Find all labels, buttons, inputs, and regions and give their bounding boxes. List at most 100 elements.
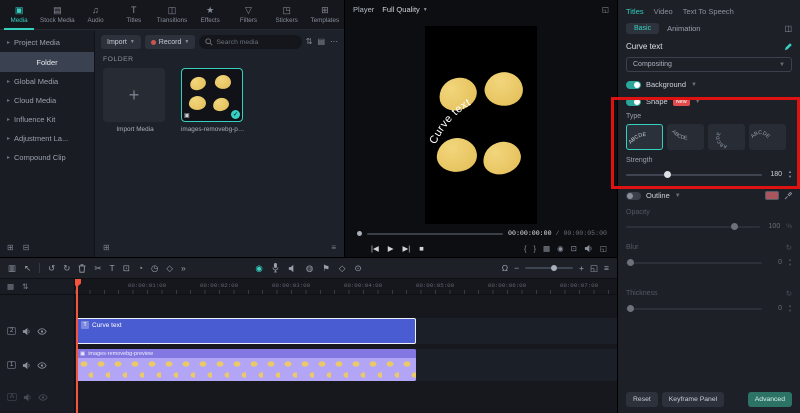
view-options-icon[interactable]: ▤: [317, 38, 325, 46]
next-frame-button[interactable]: ▶|: [403, 245, 411, 253]
snap-icon[interactable]: Ω: [502, 264, 508, 273]
fit-timeline-icon[interactable]: ◱: [590, 264, 598, 273]
subtab-animation[interactable]: Animation: [667, 24, 700, 33]
quality-dropdown[interactable]: Full Quality▼: [382, 5, 427, 14]
play-button[interactable]: ▶: [388, 245, 394, 253]
timer-tool-icon[interactable]: ◷: [151, 264, 158, 273]
record-button[interactable]: Record▼: [145, 35, 196, 49]
sidebar-item-influence-kit[interactable]: ▸Influence Kit: [0, 110, 94, 129]
timeline-ruler[interactable]: 00:00:01:00 00:00:02:00 00:00:03:00 00:0…: [75, 279, 617, 295]
hide-track-icon[interactable]: [37, 362, 47, 369]
more-tools-icon[interactable]: »: [181, 264, 186, 273]
sidebar-item-cloud-media[interactable]: ▸Cloud Media: [0, 91, 94, 110]
blur-stepper[interactable]: ▲▼: [788, 258, 792, 267]
text-tool-icon[interactable]: T: [110, 264, 115, 273]
undo-icon[interactable]: ↺: [48, 264, 55, 273]
grid-icon[interactable]: ▦: [543, 245, 550, 253]
sidebar-item-global-media[interactable]: ▸Global Media: [0, 72, 94, 91]
shape-preset-arch[interactable]: ABCDE: [626, 124, 663, 150]
edit-icon[interactable]: [784, 43, 792, 51]
outline-section-header[interactable]: Outline ▼: [626, 191, 792, 200]
add-keyframe-icon[interactable]: ◇: [339, 264, 346, 273]
timeline-clip-image[interactable]: ▣images-removebg-preview: [76, 349, 416, 381]
strength-stepper[interactable]: ▲▼: [788, 170, 792, 179]
hide-track-icon[interactable]: [38, 394, 48, 401]
subtab-basic[interactable]: Basic: [626, 23, 659, 34]
pointer-tool-icon[interactable]: ↖: [24, 264, 31, 273]
delete-folder-icon[interactable]: ⊟: [23, 244, 30, 252]
tab-templates[interactable]: ⊞Templates: [306, 0, 344, 29]
tab-video-properties[interactable]: Video: [654, 7, 673, 16]
delete-icon[interactable]: [78, 264, 86, 273]
mute-track-icon[interactable]: [22, 327, 31, 336]
previous-frame-button[interactable]: |◀: [371, 245, 379, 253]
zoom-out-icon[interactable]: −: [514, 264, 519, 273]
reorder-tracks-icon[interactable]: ⇅: [22, 283, 28, 291]
media-thumbnail-tile[interactable]: ▣ ✓ images-removebg-preview: [181, 68, 245, 133]
strength-slider[interactable]: [626, 170, 762, 179]
new-folder-icon[interactable]: ⊞: [7, 244, 14, 252]
thickness-stepper[interactable]: ▲▼: [788, 304, 792, 313]
video-preview[interactable]: Curve text: [425, 26, 537, 224]
save-preset-icon[interactable]: ◫: [784, 24, 792, 33]
timeline-clip-curve-text[interactable]: TCurve text: [76, 318, 416, 344]
tab-text-to-speech[interactable]: Text To Speech: [683, 7, 734, 16]
compositing-dropdown[interactable]: Compositing ▼: [626, 57, 792, 72]
opacity-slider-handle[interactable]: [731, 223, 738, 230]
list-view-icon[interactable]: ≡: [331, 244, 336, 252]
sort-icon[interactable]: ⇅: [306, 38, 313, 46]
tab-stock-media[interactable]: ▤Stock Media: [38, 0, 76, 29]
chroma-key-icon[interactable]: ⊙: [354, 264, 361, 273]
import-media-tile[interactable]: + Import Media: [103, 68, 167, 133]
sidebar-item-folder[interactable]: Folder: [0, 52, 94, 72]
shape-preset-circle[interactable]: ABCDE: [708, 124, 745, 150]
split-icon[interactable]: ✂: [94, 264, 101, 273]
search-input[interactable]: [216, 39, 295, 46]
outline-color-swatch[interactable]: [765, 191, 779, 200]
outline-toggle[interactable]: [626, 192, 641, 200]
sidebar-item-adjustment-layer[interactable]: ▸Adjustment La...: [0, 129, 94, 148]
add-to-timeline-icon[interactable]: ⊞: [103, 244, 110, 252]
redo-icon[interactable]: ↻: [63, 264, 70, 273]
hide-track-icon[interactable]: [37, 328, 47, 335]
shape-toggle[interactable]: [626, 98, 641, 106]
reset-blur-icon[interactable]: ↻: [786, 243, 792, 252]
thickness-slider-handle[interactable]: [627, 305, 634, 312]
snapshot-icon[interactable]: ◉: [557, 245, 564, 253]
crop-tool-icon[interactable]: ⊡: [123, 264, 130, 273]
speed-tool-icon[interactable]: ◔: [138, 264, 143, 273]
thickness-slider[interactable]: [626, 304, 762, 313]
advanced-button[interactable]: Advanced: [748, 392, 792, 407]
blur-slider-handle[interactable]: [627, 259, 634, 266]
blur-slider[interactable]: [626, 258, 762, 267]
strength-slider-handle[interactable]: [664, 171, 671, 178]
tab-stickers[interactable]: ◳Stickers: [268, 0, 306, 29]
tab-titles[interactable]: TTitles: [115, 0, 153, 29]
background-toggle[interactable]: [626, 81, 641, 89]
media-view-icon[interactable]: ▥: [8, 264, 16, 273]
tab-titles-properties[interactable]: Titles: [626, 7, 644, 16]
zoom-slider-handle[interactable]: [551, 265, 557, 271]
scrubber-handle[interactable]: [357, 231, 362, 236]
background-section-header[interactable]: Background ▼: [626, 80, 792, 89]
zoom-slider[interactable]: [525, 267, 573, 269]
tab-filters[interactable]: ▽Filters: [229, 0, 267, 29]
more-icon[interactable]: ⋯: [330, 38, 338, 46]
shape-section-header[interactable]: Shape New ▼: [626, 97, 792, 106]
keyframe-panel-button[interactable]: Keyframe Panel: [662, 392, 724, 407]
tab-audio[interactable]: ♫Audio: [76, 0, 114, 29]
record-voiceover-button[interactable]: ◉: [255, 264, 262, 273]
eyedropper-icon[interactable]: [784, 192, 792, 200]
timeline-canvas[interactable]: 00:00:01:00 00:00:02:00 00:00:03:00 00:0…: [75, 279, 617, 413]
sidebar-item-compound-clip[interactable]: ▸Compound Clip: [0, 148, 94, 167]
stop-button[interactable]: ■: [419, 245, 424, 253]
tab-transitions[interactable]: ◫Transitions: [153, 0, 191, 29]
marker-icon[interactable]: ⚑: [322, 264, 330, 273]
tab-media[interactable]: ▣Media: [0, 0, 38, 29]
sidebar-item-project-media[interactable]: ▸Project Media: [0, 33, 94, 52]
timeline-menu-icon[interactable]: ≡: [604, 264, 609, 273]
detach-player-icon[interactable]: ◱: [602, 6, 609, 14]
scrubber-track[interactable]: [367, 233, 503, 235]
speaker-icon[interactable]: [288, 264, 297, 273]
mute-track-icon[interactable]: [22, 361, 31, 370]
